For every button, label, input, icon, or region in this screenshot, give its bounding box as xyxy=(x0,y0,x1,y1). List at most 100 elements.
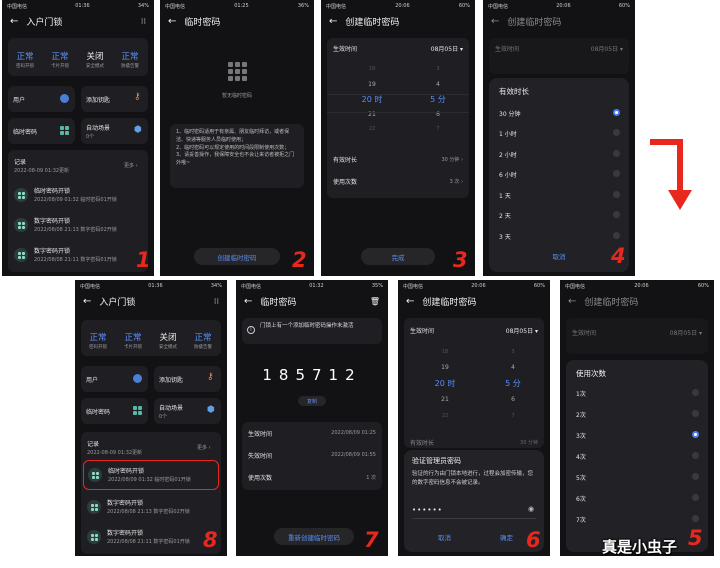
list-item[interactable]: 数字密码开锁 2022/08/08 21:13 数字密码02开锁 xyxy=(81,494,221,522)
cube-icon: ⬢ xyxy=(207,405,215,415)
uses-option[interactable]: 7次 xyxy=(566,510,708,528)
password-input[interactable]: •••••• xyxy=(412,506,443,514)
back-arrow-icon[interactable]: ← xyxy=(568,296,576,307)
tile-add-key[interactable]: 添加钥匙 ⚷ xyxy=(154,366,221,392)
start-time-label: 生效时间 xyxy=(572,330,597,337)
uses-row[interactable]: 使用次数 3 次 › xyxy=(327,174,469,190)
keypad-icon xyxy=(133,406,142,415)
done-button[interactable]: 完成 xyxy=(361,248,435,265)
watermark-text: 真是小虫子 xyxy=(602,538,678,556)
radio-icon[interactable] xyxy=(692,515,699,522)
records-card: 记录 2022-08-09 01:32更新 更多 › 临时密码开锁 2022/0… xyxy=(81,432,221,554)
record-title: 数字密码开锁 xyxy=(107,500,144,507)
more-dots-icon[interactable]: ⁝⁝ xyxy=(141,17,146,26)
radio-selected-icon[interactable] xyxy=(692,431,699,438)
user-icon xyxy=(133,374,142,383)
detail-label: 生效时间 xyxy=(248,431,273,438)
radio-icon[interactable] xyxy=(692,389,699,396)
radio-icon[interactable] xyxy=(613,129,620,136)
tile-auto-scene[interactable]: 自动场景 0个 ⬢ xyxy=(154,398,221,424)
radio-selected-icon[interactable] xyxy=(613,109,620,116)
panel-create-temp-password: 中国电信 20:06 60% ← 创建临时密码 生效时间 08月05日 ▾ 18… xyxy=(321,0,475,276)
radio-icon[interactable] xyxy=(692,473,699,480)
usage-note: 1、临时密码适用于有亲属、朋友临时拜访，或者保洁、快递等服务人员临时使用； 2、… xyxy=(170,124,304,188)
create-temp-password-button[interactable]: 创建临时密码 xyxy=(194,248,280,265)
radio-icon[interactable] xyxy=(613,232,620,239)
recreate-temp-password-button[interactable]: 重新创建临时密码 xyxy=(274,528,354,545)
duration-option[interactable]: 2 天 xyxy=(489,206,629,224)
status-bar: 中国电信 01:36 34% xyxy=(2,0,154,12)
duration-option[interactable]: 3 天 xyxy=(489,227,629,245)
tile-temp-password[interactable]: 临时密码 xyxy=(81,398,148,424)
list-item[interactable]: 数字密码开锁 2022/08/08 21:13 数字密码02开锁 xyxy=(8,212,148,240)
list-item[interactable]: 数字密码开锁 2022/08/08 21:11 数字密码01开锁 xyxy=(81,524,221,552)
record-title: 数字密码开锁 xyxy=(34,218,71,225)
tile-temp-password[interactable]: 临时密码 xyxy=(8,118,75,144)
radio-icon[interactable] xyxy=(613,211,620,218)
confirm-button[interactable]: 确定 xyxy=(500,532,513,542)
panel-temp-password-empty: 中国电信 01:25 36% ← 临时密码 暂无临时密码 1、临时密码适用于有亲… xyxy=(160,0,314,276)
tile-auto-scene[interactable]: 自动场景 0个 ⬢ xyxy=(81,118,148,144)
record-icon xyxy=(87,500,101,514)
battery: 35% xyxy=(371,283,383,289)
duration-option[interactable]: 30 分钟 xyxy=(489,104,629,122)
radio-icon[interactable] xyxy=(613,150,620,157)
back-arrow-icon[interactable]: ← xyxy=(329,16,337,27)
cancel-button[interactable]: 取消 xyxy=(489,251,629,261)
duration-option[interactable]: 1 小时 xyxy=(489,124,629,142)
picker-item: 4 xyxy=(511,364,515,371)
tile-add-key[interactable]: 添加钥匙 ⚷ xyxy=(81,86,148,112)
panel-lock-home: 中国电信 01:36 34% ← 入户门锁 ⁝⁝ 正常 密码开锁 正常 卡片开锁 关… xyxy=(2,0,154,276)
records-title: 记录 xyxy=(87,441,100,448)
back-arrow-icon[interactable]: ← xyxy=(83,296,91,307)
tile-label: 自动场景 xyxy=(159,405,184,412)
stat-value: 正常 xyxy=(121,52,139,62)
list-item-highlighted[interactable]: 临时密码开锁 2022/08/09 01:32 临时密码01开锁 xyxy=(83,460,219,490)
uses-option[interactable]: 2次 xyxy=(566,405,708,423)
records-more-link[interactable]: 更多 › xyxy=(197,444,211,451)
dialog-title: 验证管理员密码 xyxy=(412,457,461,465)
more-dots-icon[interactable]: ⁝⁝ xyxy=(214,297,219,306)
minute-picker[interactable]: 3 4 5 分 6 7 xyxy=(498,344,528,424)
radio-icon[interactable] xyxy=(613,191,620,198)
detail-value: 2022/08/09 01:55 xyxy=(331,452,376,458)
record-icon xyxy=(87,530,101,544)
hour-picker[interactable]: 18 19 20 时 21 22 xyxy=(430,344,460,424)
empty-state-text: 暂无临时密码 xyxy=(221,93,252,99)
eye-off-icon[interactable]: ◉ xyxy=(528,505,534,513)
tile-user[interactable]: 用户 xyxy=(8,86,75,112)
uses-option[interactable]: 4次 xyxy=(566,447,708,465)
back-arrow-icon[interactable]: ← xyxy=(244,296,252,307)
back-arrow-icon[interactable]: ← xyxy=(168,16,176,27)
trash-icon[interactable]: 🗑 xyxy=(370,297,380,306)
duration-option[interactable]: 1 天 xyxy=(489,186,629,204)
radio-icon[interactable] xyxy=(692,452,699,459)
picker-item: 18 xyxy=(368,66,376,72)
option-label: 3次 xyxy=(576,433,586,440)
records-more-link[interactable]: 更多 › xyxy=(124,162,138,169)
uses-option[interactable]: 5次 xyxy=(566,468,708,486)
duration-row[interactable]: 有效时长 30 分钟 › xyxy=(327,152,469,168)
duration-option[interactable]: 2 小时 xyxy=(489,145,629,163)
uses-option[interactable]: 3次 xyxy=(566,426,708,444)
uses-option[interactable]: 6次 xyxy=(566,489,708,507)
page-title: 入户门锁 xyxy=(26,17,63,28)
list-item[interactable]: 临时密码开锁 2022/08/09 01:32 临时密码01开锁 xyxy=(8,182,148,210)
copy-button[interactable]: 复制 xyxy=(298,396,326,406)
radio-icon[interactable] xyxy=(692,494,699,501)
option-label: 6次 xyxy=(576,496,586,503)
radio-icon[interactable] xyxy=(692,410,699,417)
duration-option[interactable]: 6 小时 xyxy=(489,165,629,183)
cancel-button[interactable]: 取消 xyxy=(438,532,451,542)
date-select[interactable]: 08月05日 ▾ xyxy=(431,44,463,53)
back-arrow-icon[interactable]: ← xyxy=(406,296,414,307)
date-select[interactable]: 08月05日 ▾ xyxy=(506,326,538,335)
minute-picker[interactable]: 3 4 5 分 6 7 xyxy=(423,62,453,137)
tile-user[interactable]: 用户 xyxy=(81,366,148,392)
radio-icon[interactable] xyxy=(613,170,620,177)
uses-option[interactable]: 1次 xyxy=(566,384,708,402)
list-item[interactable]: 数字密码开锁 2022/08/08 21:11 数字密码01开锁 xyxy=(8,242,148,270)
back-arrow-icon[interactable]: ← xyxy=(10,16,18,27)
back-arrow-icon[interactable]: ← xyxy=(491,16,499,27)
hour-picker[interactable]: 18 19 20 时 21 22 xyxy=(357,62,387,137)
